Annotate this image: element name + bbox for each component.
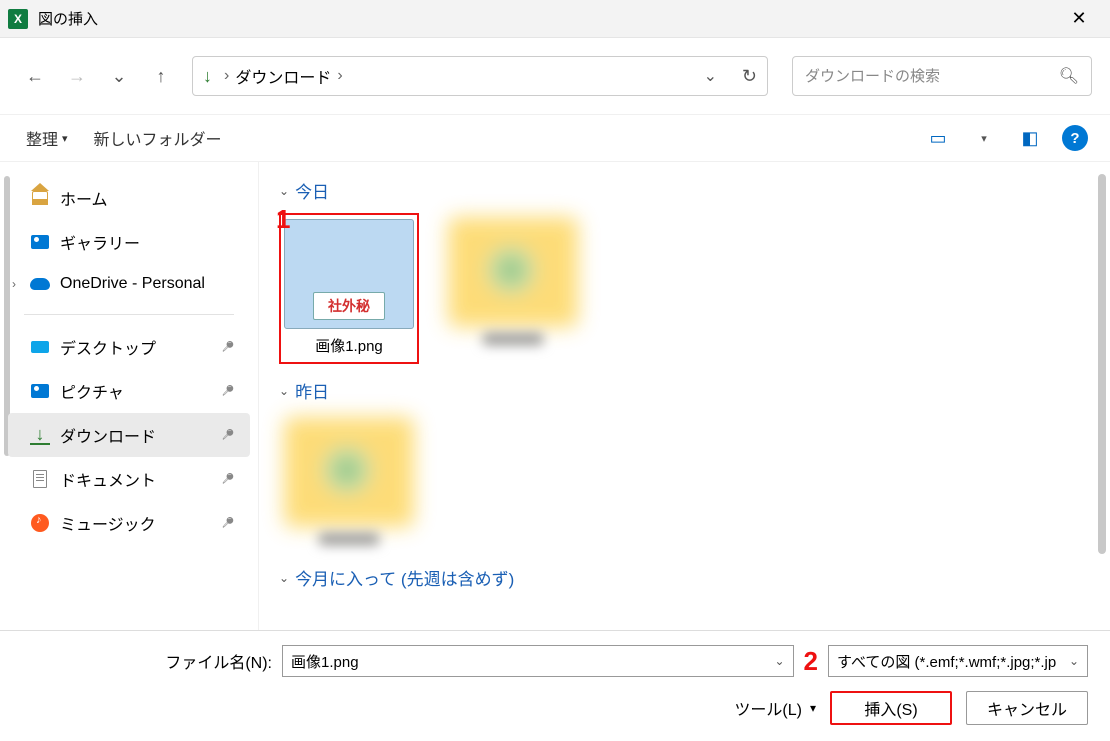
forward-button[interactable]: →: [60, 59, 94, 93]
sidebar-item-label: ドキュメント: [60, 467, 156, 491]
group-yesterday[interactable]: ⌄昨日: [279, 378, 1090, 403]
annotation-2: 2: [804, 646, 818, 677]
sidebar-item-label: OneDrive - Personal: [60, 275, 205, 293]
refresh-button[interactable]: ↻: [717, 66, 757, 87]
search-icon[interactable]: 🔍︎: [1059, 66, 1079, 86]
chevron-down-icon: ⌄: [279, 571, 289, 585]
sidebar-item-documents[interactable]: ドキュメント 📍︎: [8, 457, 250, 501]
pin-icon: 📍︎: [216, 468, 239, 491]
filename-label: ファイル名(N):: [22, 649, 272, 673]
filename-combobox[interactable]: 画像1.png ⌄: [282, 645, 794, 677]
pin-icon: 📍︎: [216, 512, 239, 535]
dialog-title: 図の挿入: [38, 8, 98, 29]
content-scrollbar[interactable]: [1098, 174, 1106, 554]
search-input[interactable]: [805, 68, 1059, 85]
close-button[interactable]: ✕: [1056, 0, 1102, 37]
search-box[interactable]: 🔍︎: [792, 56, 1092, 96]
file-name: 画像1.png: [281, 335, 417, 362]
sidebar-item-label: ミュージック: [60, 511, 156, 535]
file-tile-blurred[interactable]: [279, 413, 419, 551]
downloads-icon: ↓: [30, 425, 50, 445]
sidebar-item-label: ダウンロード: [60, 423, 156, 447]
sidebar-separator: [24, 314, 234, 315]
address-bar[interactable]: ↓ › ダウンロード › ⌄ ↻: [192, 56, 768, 96]
chevron-down-icon: ⌄: [774, 654, 784, 668]
view-options-dropdown[interactable]: ▾: [970, 124, 998, 152]
chevron-down-icon: ⌄: [279, 184, 289, 198]
file-thumbnail: 社外秘: [284, 219, 414, 329]
sidebar-item-onedrive[interactable]: › OneDrive - Personal: [8, 264, 250, 304]
breadcrumb-sep: ›: [224, 67, 229, 85]
recent-locations-button[interactable]: ⌄: [102, 59, 136, 93]
sidebar: ホーム ギャラリー › OneDrive - Personal デスクトップ 📍…: [0, 162, 258, 630]
pin-icon: 📍︎: [216, 380, 239, 403]
sidebar-item-gallery[interactable]: ギャラリー: [8, 220, 250, 264]
expand-icon[interactable]: ›: [12, 277, 16, 291]
confidential-stamp: 社外秘: [313, 292, 385, 320]
annotation-1: 1: [276, 204, 290, 235]
sidebar-item-label: ホーム: [60, 186, 108, 210]
filetype-value: すべての図 (*.emf;*.wmf;*.jpg;*.jp: [837, 651, 1056, 672]
chevron-down-icon: ⌄: [279, 384, 289, 398]
sidebar-item-music[interactable]: ミュージック 📍︎: [8, 501, 250, 545]
home-icon: [30, 188, 50, 208]
breadcrumb-downloads[interactable]: ダウンロード: [235, 64, 331, 88]
tools-button[interactable]: ツール(L)▾: [734, 696, 816, 720]
bottom-panel: ファイル名(N): 画像1.png ⌄ 2 すべての図 (*.emf;*.wmf…: [0, 630, 1110, 741]
sidebar-item-desktop[interactable]: デスクトップ 📍︎: [8, 325, 250, 369]
insert-picture-dialog: 図の挿入 ✕ ← → ⌄ ↑ ↓ › ダウンロード › ⌄ ↻ 🔍︎ 整理▾ 新…: [0, 0, 1110, 741]
main-area: ホーム ギャラリー › OneDrive - Personal デスクトップ 📍…: [0, 162, 1110, 630]
music-icon: [30, 513, 50, 533]
sidebar-item-label: ギャラリー: [60, 230, 140, 254]
titlebar: 図の挿入 ✕: [0, 0, 1110, 38]
filename-value: 画像1.png: [291, 651, 359, 672]
cancel-button[interactable]: キャンセル: [966, 691, 1088, 725]
organize-button[interactable]: 整理▾: [22, 122, 72, 154]
toolbar: 整理▾ 新しいフォルダー ▭ ▾ ◧ ?: [0, 114, 1110, 162]
up-button[interactable]: ↑: [144, 59, 178, 93]
filetype-combobox[interactable]: すべての図 (*.emf;*.wmf;*.jpg;*.jp ⌄: [828, 645, 1088, 677]
group-earlier[interactable]: ⌄今月に入って (先週は含めず): [279, 565, 1090, 590]
pin-icon: 📍︎: [216, 424, 239, 447]
address-dropdown-icon[interactable]: ⌄: [704, 66, 717, 86]
gallery-icon: [30, 232, 50, 252]
filename-row: ファイル名(N): 画像1.png ⌄ 2 すべての図 (*.emf;*.wmf…: [22, 645, 1088, 677]
breadcrumb-sep: ›: [337, 67, 342, 85]
excel-icon: [8, 9, 28, 29]
download-icon: ↓: [203, 66, 212, 87]
file-tile-blurred[interactable]: [443, 213, 583, 364]
navigation-row: ← → ⌄ ↑ ↓ › ダウンロード › ⌄ ↻ 🔍︎: [0, 38, 1110, 114]
file-tile-image1[interactable]: 社外秘 画像1.png: [279, 213, 419, 364]
chevron-down-icon: ⌄: [1069, 654, 1079, 668]
group-today[interactable]: ⌄今日: [279, 178, 1090, 203]
back-button[interactable]: ←: [18, 59, 52, 93]
documents-icon: [30, 469, 50, 489]
folder-thumbnail-blurred: [448, 217, 578, 327]
help-button[interactable]: ?: [1062, 125, 1088, 151]
folder-thumbnail-blurred: [284, 417, 414, 527]
file-name-blurred: [483, 333, 543, 345]
desktop-icon: [30, 337, 50, 357]
new-folder-button[interactable]: 新しいフォルダー: [90, 122, 226, 154]
file-content-area: ⌄今日 社外秘 画像1.png ⌄昨日: [258, 162, 1110, 630]
preview-pane-button[interactable]: ◧: [1016, 124, 1044, 152]
pictures-icon: [30, 381, 50, 401]
pin-icon: 📍︎: [216, 336, 239, 359]
sidebar-item-home[interactable]: ホーム: [8, 176, 250, 220]
sidebar-item-downloads[interactable]: ↓ ダウンロード 📍︎: [8, 413, 250, 457]
sidebar-item-label: ピクチャ: [60, 379, 124, 403]
file-name-blurred: [319, 533, 379, 545]
sidebar-item-pictures[interactable]: ピクチャ 📍︎: [8, 369, 250, 413]
sidebar-item-label: デスクトップ: [60, 335, 156, 359]
onedrive-icon: [30, 274, 50, 294]
button-row: ツール(L)▾ 挿入(S) キャンセル: [22, 691, 1088, 725]
view-options-button[interactable]: ▭: [924, 124, 952, 152]
insert-button[interactable]: 挿入(S): [830, 691, 952, 725]
